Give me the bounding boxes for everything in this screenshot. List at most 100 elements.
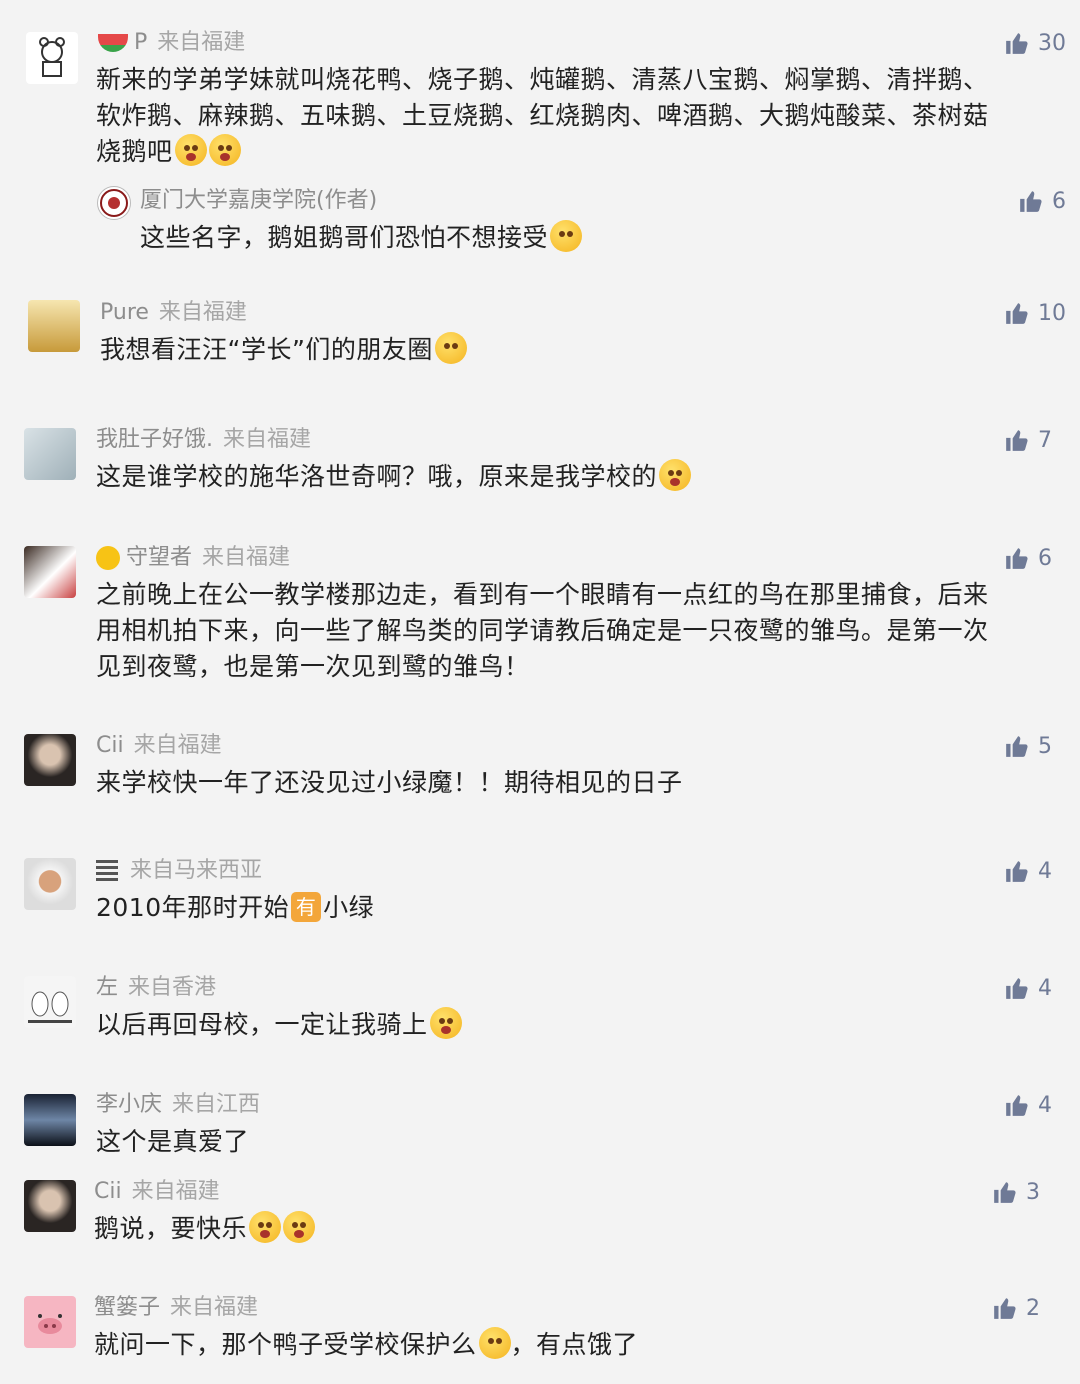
- thumbs-up-icon: [1006, 33, 1028, 54]
- reply-like-button[interactable]: 6: [1018, 186, 1066, 216]
- crying-emoji-icon: [429, 1007, 462, 1039]
- avatar[interactable]: [24, 858, 76, 910]
- like-button[interactable]: 6: [1004, 543, 1052, 573]
- comment-text: 这个是真爱了: [96, 1124, 249, 1160]
- user-location: 来自香港: [128, 975, 217, 1000]
- user-location: 来自福建: [158, 300, 247, 325]
- avatar[interactable]: [24, 546, 76, 598]
- reply-text: 这些名字，鹅姐鹅哥们恐怕不想接受: [140, 220, 583, 256]
- kiss-emoji-icon: [550, 220, 583, 252]
- comment-meta: 左 来自香港: [96, 973, 216, 1003]
- thumbs-up-icon: [1006, 736, 1028, 757]
- comment-text-segment: 这是谁学校的施华洛世奇啊？哦，原来是我学校的: [96, 462, 658, 491]
- watermelon-icon: [98, 34, 128, 52]
- thumbs-up-icon: [994, 1182, 1016, 1203]
- user-location: 来自江西: [172, 1092, 261, 1117]
- comment-meta: 蟹篓子 来自福建: [94, 1293, 258, 1323]
- comment-meta: 来自马来西亚: [96, 856, 262, 886]
- like-button[interactable]: 4: [1004, 856, 1052, 886]
- surprised-emoji-icon: [659, 459, 692, 491]
- like-button[interactable]: 4: [1004, 973, 1052, 1003]
- reply-meta: 厦门大学嘉庚学院(作者): [140, 186, 377, 216]
- comment-text-segment: 烧鹅吧: [96, 137, 173, 166]
- comment-text-segment: 鹅说，要快乐: [94, 1214, 248, 1243]
- comment-text-segment: 就问一下，那个鸭子受学校保护么: [94, 1330, 477, 1359]
- user-name[interactable]: Cii: [94, 1177, 122, 1207]
- reply-author[interactable]: 厦门大学嘉庚学院(作者): [140, 186, 377, 216]
- comment-text-segment: 2010年那时开始: [96, 893, 290, 922]
- avatar[interactable]: [24, 976, 76, 1028]
- comment-text-segment: 小绿: [323, 893, 375, 922]
- sun-icon: [96, 546, 120, 570]
- reply-avatar[interactable]: [97, 186, 131, 220]
- like-count: 4: [1038, 1092, 1052, 1118]
- like-button[interactable]: 2: [992, 1293, 1040, 1323]
- thumbs-up-icon: [1006, 548, 1028, 569]
- user-name[interactable]: 蟹篓子: [94, 1293, 160, 1323]
- comment-text-segment: 来学校快一年了还没见过小绿魔！！期待相见的日子: [96, 768, 683, 797]
- reply-text-segment: 这些名字，鹅姐鹅哥们恐怕不想接受: [140, 223, 549, 252]
- user-location: 来自福建: [170, 1295, 259, 1320]
- laughing-emoji-icon: [208, 134, 241, 166]
- like-count: 10: [1038, 300, 1066, 326]
- user-name[interactable]: 我肚子好饿.: [96, 425, 213, 455]
- like-button[interactable]: 30: [1004, 28, 1066, 58]
- avatar[interactable]: [24, 1180, 76, 1232]
- avatar[interactable]: [24, 1296, 76, 1348]
- comment-text-line: 用相机拍下来，向一些了解鸟类的同学请教后确定是一只夜鹭的雏鸟。是第一次: [96, 616, 989, 645]
- user-name[interactable]: P: [134, 28, 147, 58]
- avatar[interactable]: [24, 1094, 76, 1146]
- comment-text: 我想看汪汪“学长”们的朋友圈: [100, 332, 467, 368]
- like-count: 6: [1052, 188, 1066, 214]
- avatar[interactable]: [28, 300, 80, 352]
- thumbs-up-icon: [1006, 430, 1028, 451]
- like-count: 30: [1038, 30, 1066, 56]
- like-count: 4: [1038, 975, 1052, 1001]
- avatar[interactable]: [24, 734, 76, 786]
- user-name[interactable]: 李小庆: [96, 1090, 162, 1120]
- comment-meta: P 来自福建: [98, 28, 245, 58]
- comment-text: 就问一下，那个鸭子受学校保护么 ，有点饿了: [94, 1327, 638, 1363]
- thumbs-up-icon: [1006, 978, 1028, 999]
- comment-text-line: 烧鹅吧: [96, 134, 1066, 170]
- like-count: 6: [1038, 545, 1052, 571]
- like-count: 5: [1038, 733, 1052, 759]
- avatar[interactable]: [24, 428, 76, 480]
- like-count: 3: [1026, 1179, 1040, 1205]
- comment-text-segment: ，有点饿了: [510, 1330, 639, 1359]
- comment-text-line: 见到夜鹭，也是第一次见到鹭的雏鸟！: [96, 652, 530, 681]
- comment-text-line: 软炸鹅、麻辣鹅、五味鹅、土豆烧鹅、红烧鹅肉、啤酒鹅、大鹅炖酸菜、茶树菇: [96, 101, 989, 130]
- avatar[interactable]: [26, 32, 78, 84]
- user-name[interactable]: 守望者: [126, 543, 192, 573]
- comment-text: 来学校快一年了还没见过小绿魔！！期待相见的日子: [96, 765, 683, 801]
- comment-text-segment: 我想看汪汪“学长”们的朋友圈: [100, 335, 433, 364]
- user-name[interactable]: Pure: [100, 298, 149, 328]
- like-button[interactable]: 3: [992, 1177, 1040, 1207]
- surprised-emoji-icon: [283, 1211, 316, 1243]
- comment-meta: Cii 来自福建: [94, 1177, 220, 1207]
- like-button[interactable]: 4: [1004, 1090, 1052, 1120]
- user-location: 来自福建: [133, 733, 222, 758]
- user-name[interactable]: Cii: [96, 731, 124, 761]
- thumbs-up-icon: [994, 1298, 1016, 1319]
- thinking-emoji-icon: [434, 332, 467, 364]
- comment-text: 鹅说，要快乐: [94, 1211, 316, 1247]
- comment-text-segment: 以后再回母校，一定让我骑上: [96, 1010, 428, 1039]
- like-count: 2: [1026, 1295, 1040, 1321]
- user-location: 来自福建: [131, 1179, 220, 1204]
- comment-text-segment: 这个是真爱了: [96, 1127, 250, 1156]
- laughing-emoji-icon: [174, 134, 207, 166]
- like-button[interactable]: 7: [1004, 425, 1052, 455]
- like-button[interactable]: 5: [1004, 731, 1052, 761]
- comment-text: 2010年那时开始有小绿: [96, 890, 374, 926]
- comment-text: 以后再回母校，一定让我骑上: [96, 1007, 462, 1043]
- comment-meta: 我肚子好饿. 来自福建: [96, 425, 311, 455]
- user-location: 来自福建: [157, 30, 246, 55]
- user-name[interactable]: 左: [96, 973, 118, 1003]
- thumbs-up-icon: [1020, 191, 1042, 212]
- has-emoji-badge: 有: [291, 892, 322, 922]
- heart-eyes-emoji-icon: [478, 1327, 511, 1359]
- like-button[interactable]: 10: [1004, 298, 1066, 328]
- comment-text: 新来的学弟学妹就叫烧花鸭、烧子鹅、炖罐鹅、清蒸八宝鹅、焖掌鹅、清拌鹅、 软炸鹅、…: [96, 62, 1066, 170]
- thumbs-up-icon: [1006, 303, 1028, 324]
